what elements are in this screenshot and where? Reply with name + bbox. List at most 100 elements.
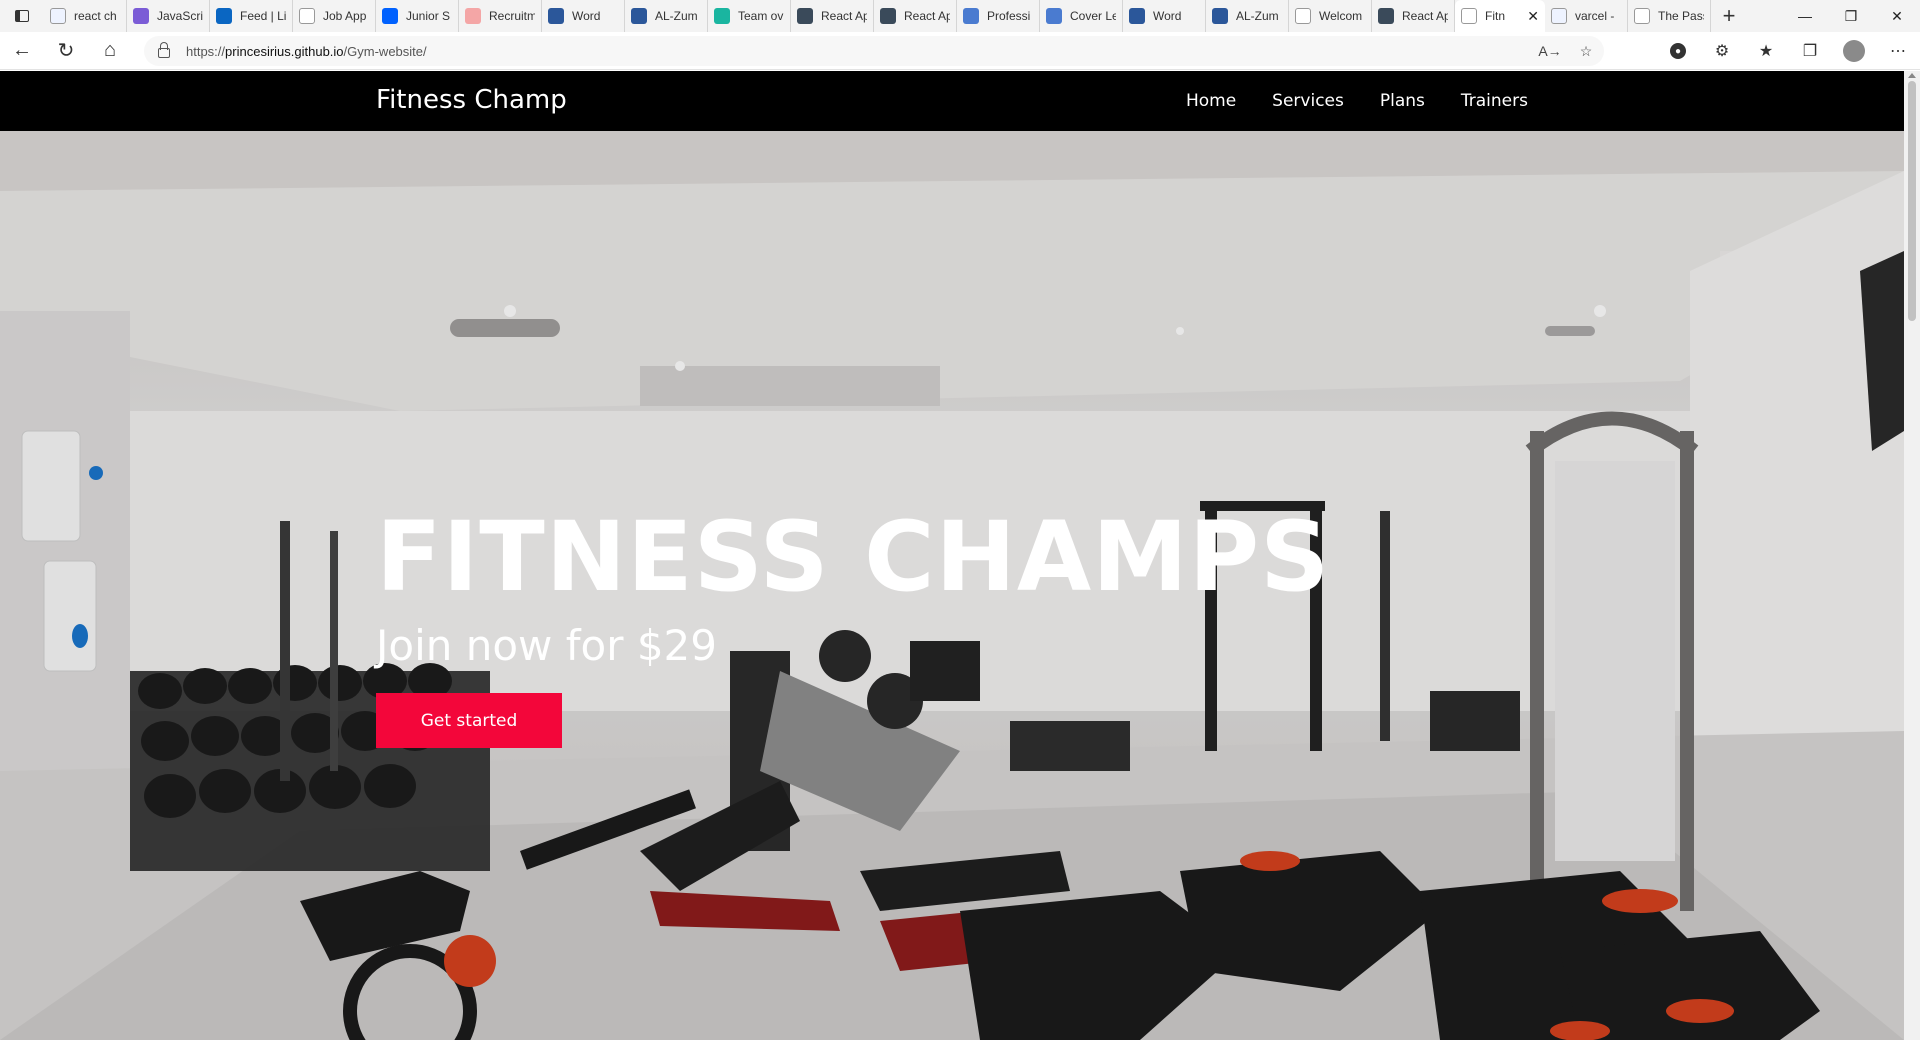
hero-subtitle: Join now for $29 xyxy=(376,621,718,670)
react-icon xyxy=(1378,8,1394,24)
react-icon xyxy=(797,8,813,24)
browser-tab[interactable]: Cover Le xyxy=(1040,0,1123,32)
tab-title: Job App xyxy=(323,9,367,23)
tab-title: Word xyxy=(1153,9,1182,23)
site-logo[interactable]: Fitness Champ xyxy=(376,85,567,115)
minimize-button[interactable]: — xyxy=(1782,0,1828,32)
browser-tab[interactable]: Welcom xyxy=(1289,0,1372,32)
tab-title: varcel - xyxy=(1575,9,1615,23)
browser-tab[interactable]: AL-Zum xyxy=(1206,0,1289,32)
browser-tab[interactable]: JavaScri xyxy=(127,0,210,32)
refresh-button[interactable]: ↻ xyxy=(44,32,88,70)
hero-section: FITNESS CHAMPS Join now for $29 Get star… xyxy=(0,131,1904,1040)
tab-title: Junior S xyxy=(406,9,451,23)
tab-title: AL-Zum xyxy=(1236,9,1279,23)
tab-title: AL-Zum xyxy=(655,9,698,23)
collections-icon[interactable]: ❐ xyxy=(1788,32,1832,70)
url-text[interactable]: https://princesirius.github.io/Gym-websi… xyxy=(186,44,427,59)
favorites-icon[interactable]: ★ xyxy=(1744,32,1788,70)
tab-title: Recruitm xyxy=(489,9,535,23)
close-window-button[interactable]: ✕ xyxy=(1874,0,1920,32)
react-icon xyxy=(880,8,896,24)
browser-tab[interactable]: Word xyxy=(542,0,625,32)
tab-title: React Ap xyxy=(904,9,950,23)
nav-link-trainers[interactable]: Trainers xyxy=(1461,91,1528,111)
linkedin-icon xyxy=(216,8,232,24)
page-icon xyxy=(299,8,315,24)
hero-title: FITNESS CHAMPS xyxy=(376,501,1331,613)
back-button[interactable]: ← xyxy=(0,32,44,70)
browser-tab[interactable]: React Ap xyxy=(874,0,957,32)
home-button[interactable]: ⌂ xyxy=(88,32,132,70)
browser-tools: ● ⚙ ★ ❐ ⋯ xyxy=(1656,32,1920,70)
word-icon xyxy=(548,8,564,24)
read-aloud-icon[interactable]: A→ xyxy=(1532,36,1568,66)
close-tab-icon[interactable]: ✕ xyxy=(1527,8,1539,25)
browser-tab[interactable]: varcel - xyxy=(1545,0,1628,32)
lock-icon[interactable] xyxy=(158,42,170,58)
browser-tab[interactable]: Feed | Li xyxy=(210,0,293,32)
word-icon xyxy=(1129,8,1145,24)
dropbox-icon xyxy=(382,8,398,24)
new-tab-button[interactable]: + xyxy=(1711,0,1747,32)
site-navbar: Fitness Champ Home Services Plans Traine… xyxy=(0,71,1904,131)
search-icon xyxy=(50,8,66,24)
browser-tab[interactable]: AL-Zum xyxy=(625,0,708,32)
window-controls: — ❐ ✕ xyxy=(1782,0,1920,32)
browser-tab[interactable]: React Ap xyxy=(791,0,874,32)
browser-tab[interactable]: Professi xyxy=(957,0,1040,32)
nav-link-plans[interactable]: Plans xyxy=(1380,91,1425,111)
nav-link-home[interactable]: Home xyxy=(1186,91,1236,111)
get-started-button[interactable]: Get started xyxy=(376,693,562,748)
tab-title: Cover Le xyxy=(1070,9,1116,23)
word-icon xyxy=(631,8,647,24)
tab-title: Feed | Li xyxy=(240,9,286,23)
tab-actions-button[interactable] xyxy=(0,0,44,32)
site-menu: Home Services Plans Trainers xyxy=(1186,71,1528,131)
search-icon xyxy=(1551,8,1567,24)
browser-tab-strip: react ch JavaScri Feed | Li Job App Junior S… xyxy=(0,0,1920,32)
settings-more-icon[interactable]: ⋯ xyxy=(1876,32,1920,70)
tab-title: JavaScri xyxy=(157,9,203,23)
page-icon xyxy=(1461,8,1477,24)
nav-link-services[interactable]: Services xyxy=(1272,91,1344,111)
browser-toolbar: ← ↻ ⌂ https://princesirius.github.io/Gym… xyxy=(0,32,1920,70)
tab-title: The Pass xyxy=(1658,9,1704,23)
tab-title: Welcom xyxy=(1319,9,1363,23)
tab-title: Team ov xyxy=(738,9,784,23)
browser-tab[interactable]: React Ap xyxy=(1372,0,1455,32)
profile-button[interactable] xyxy=(1832,32,1876,70)
address-bar[interactable]: https://princesirius.github.io/Gym-websi… xyxy=(144,36,1604,66)
browser-tab[interactable]: Job App xyxy=(293,0,376,32)
tab-title: Fitn xyxy=(1485,9,1506,23)
extensions-puzzle-icon[interactable]: ⚙ xyxy=(1700,32,1744,70)
browser-tab[interactable]: react ch xyxy=(44,0,127,32)
tab-title: React Ap xyxy=(1402,9,1448,23)
scrollbar-thumb[interactable] xyxy=(1908,81,1916,321)
word-icon xyxy=(1212,8,1228,24)
browser-tab[interactable]: Junior S xyxy=(376,0,459,32)
browser-tab[interactable]: Team ov xyxy=(708,0,791,32)
tab-title: React Ap xyxy=(821,9,867,23)
course-icon xyxy=(133,8,149,24)
extension-icon[interactable]: ● xyxy=(1656,32,1700,70)
tab-title: Professi xyxy=(987,9,1031,23)
scroll-up-arrow[interactable] xyxy=(1908,73,1916,78)
add-favorite-icon[interactable]: ☆ xyxy=(1568,36,1604,66)
browser-tab[interactable]: The Pass xyxy=(1628,0,1711,32)
page-scrollbar[interactable] xyxy=(1904,71,1920,1040)
tab-title: Word xyxy=(572,9,601,23)
browser-tab[interactable]: Recruitm xyxy=(459,0,542,32)
web-page: Fitness Champ Home Services Plans Traine… xyxy=(0,71,1904,1040)
avatar xyxy=(1843,40,1865,62)
tab-title: react ch xyxy=(74,9,117,23)
page-icon xyxy=(1634,8,1650,24)
page-icon xyxy=(1295,8,1311,24)
docs-icon xyxy=(1046,8,1062,24)
browser-tab[interactable]: Word xyxy=(1123,0,1206,32)
restore-button[interactable]: ❐ xyxy=(1828,0,1874,32)
docs-icon xyxy=(963,8,979,24)
cloud-icon xyxy=(465,8,481,24)
browser-tab[interactable]: Fitn ✕ xyxy=(1455,0,1545,32)
diamond-icon xyxy=(714,8,730,24)
